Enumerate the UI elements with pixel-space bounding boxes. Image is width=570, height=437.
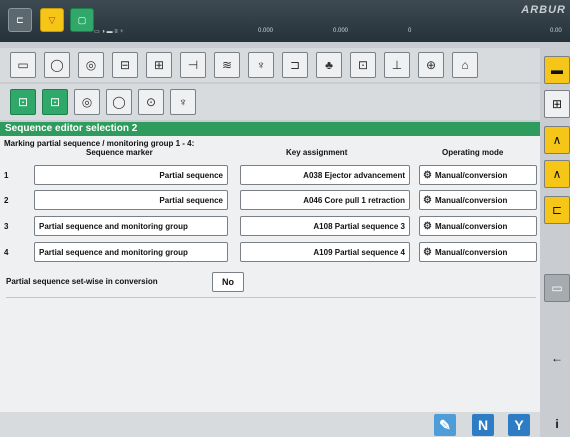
page-title: Sequence editor selection 2 [0,122,540,136]
key-assignment-field[interactable]: A038 Ejector advancement [240,165,410,185]
injection-icon[interactable]: ⊐ [282,52,308,78]
flag-icon[interactable]: ▬ [544,56,570,84]
sequence-marker-field[interactable]: Partial sequence and monitoring group [34,242,228,262]
tab-sequence-2[interactable]: ⊡ [42,89,68,115]
manual-mode-icon: ⚙ [423,169,432,181]
operating-mode-field[interactable]: ⚙ Manual/conversion [419,242,537,262]
dosing-icon[interactable]: ⊡ [350,52,376,78]
status-strip: ▭ ◑ ▬ ≡ ♆ 0.000 0.000 0 0.00 [88,24,570,38]
setwise-select[interactable]: No [212,272,244,292]
clamp-icon[interactable]: ⊞ [146,52,172,78]
status-icon-1: ▭ ◑ ▬ ≡ ♆ [94,28,124,35]
back-arrow-icon[interactable]: ← [544,344,570,372]
function-toolbar: ▭ ◯ ◎ ⊟ ⊞ ⊣ ≋ ♆ ⊐ ♣ ⊡ ⊥ ⊕ ⌂ [0,48,570,82]
info-button[interactable]: i [544,412,570,436]
bottom-bar [0,412,540,437]
key-assignment-field[interactable]: A109 Partial sequence 4 [240,242,410,262]
ejector-icon[interactable]: ⊣ [180,52,206,78]
temperature-icon[interactable]: ⊥ [384,52,410,78]
tab-cycle[interactable]: ◎ [74,89,100,115]
tab-core[interactable]: ♆ [170,89,196,115]
pencil-icon: ✎ [439,416,451,433]
mold-view-icon[interactable]: ⊏ [544,196,570,224]
power-icon[interactable]: ◯ [44,52,70,78]
subtitle: Marking partial sequence / monitoring gr… [4,139,195,148]
cycle-icon[interactable]: ◎ [78,52,104,78]
warning-icon[interactable]: ▽ [40,8,64,32]
core-icon[interactable]: ♆ [248,52,274,78]
key-assignment-field[interactable]: A046 Core pull 1 retraction [240,190,410,210]
no-button[interactable]: N [472,414,494,436]
graph-icon-2[interactable]: ∧ [544,160,570,188]
status-value-4: 0.00 [550,28,562,34]
edit-button[interactable]: ✎ [434,414,456,436]
operating-mode-field[interactable]: ⚙ Manual/conversion [419,165,537,185]
select-icon[interactable]: ▭ [10,52,36,78]
sequence-marker-field[interactable]: Partial sequence and monitoring group [34,216,228,236]
column-header-key: Key assignment [286,148,348,157]
row-number: 4 [4,248,9,257]
manual-mode-icon: ⚙ [423,246,432,258]
status-value-3: 0 [408,28,412,34]
manual-mode-icon: ⚙ [423,220,432,232]
yes-button[interactable]: Y [508,414,530,436]
key-assignment-field[interactable]: A108 Partial sequence 3 [240,216,410,236]
status-value-2: 0.000 [333,28,349,34]
sequence-marker-field[interactable]: Partial sequence [34,190,228,210]
brand-logo: ARBUR [521,4,566,16]
heating-icon[interactable]: ≋ [214,52,240,78]
column-header-marker: Sequence marker [86,148,153,157]
operating-mode-field[interactable]: ⚙ Manual/conversion [419,216,537,236]
top-bar: ⊏ ▽ ▢ ▭ ◑ ▬ ≡ ♆ 0.000 0.000 0 0.00 ARBUR [0,0,570,42]
operating-mode-label: Manual/conversion [434,247,508,257]
grid-icon[interactable]: ⊞ [544,90,570,118]
tab-sequence-1[interactable]: ⊡ [10,89,36,115]
divider [6,297,536,298]
row-number: 1 [4,171,9,180]
operating-mode-label: Manual/conversion [434,221,508,231]
mold-icon[interactable]: ⊟ [112,52,138,78]
manual-mode-icon: ⚙ [423,194,432,206]
chat-icon[interactable]: ▭ [544,274,570,302]
hopper-icon[interactable]: ⌂ [452,52,478,78]
robot-icon[interactable]: ♣ [316,52,342,78]
graph-icon-1[interactable]: ∧ [544,126,570,154]
sequence-marker-field[interactable]: Partial sequence [34,165,228,185]
tab-row: ⊡ ⊡ ◎ ◯ ⊙ ♆ [0,84,540,120]
table-row: 4 Partial sequence and monitoring group … [0,242,540,266]
setwise-label: Partial sequence set-wise in conversion [6,277,158,286]
operating-mode-label: Manual/conversion [434,170,508,180]
row-number: 2 [4,196,9,205]
table-row: 2 Partial sequence A046 Core pull 1 retr… [0,190,540,214]
operating-mode-field[interactable]: ⚙ Manual/conversion [419,190,537,210]
column-header-mode: Operating mode [442,148,504,157]
operating-mode-label: Manual/conversion [434,195,508,205]
table-row: 1 Partial sequence A038 Ejector advancem… [0,165,540,189]
row-number: 3 [4,222,9,231]
tab-power[interactable]: ◯ [106,89,132,115]
machine-icon[interactable]: ⊏ [8,8,32,32]
status-value-1: 0.000 [258,28,274,34]
tab-timer[interactable]: ⊙ [138,89,164,115]
nozzle-icon[interactable]: ⊕ [418,52,444,78]
table-row: 3 Partial sequence and monitoring group … [0,216,540,240]
